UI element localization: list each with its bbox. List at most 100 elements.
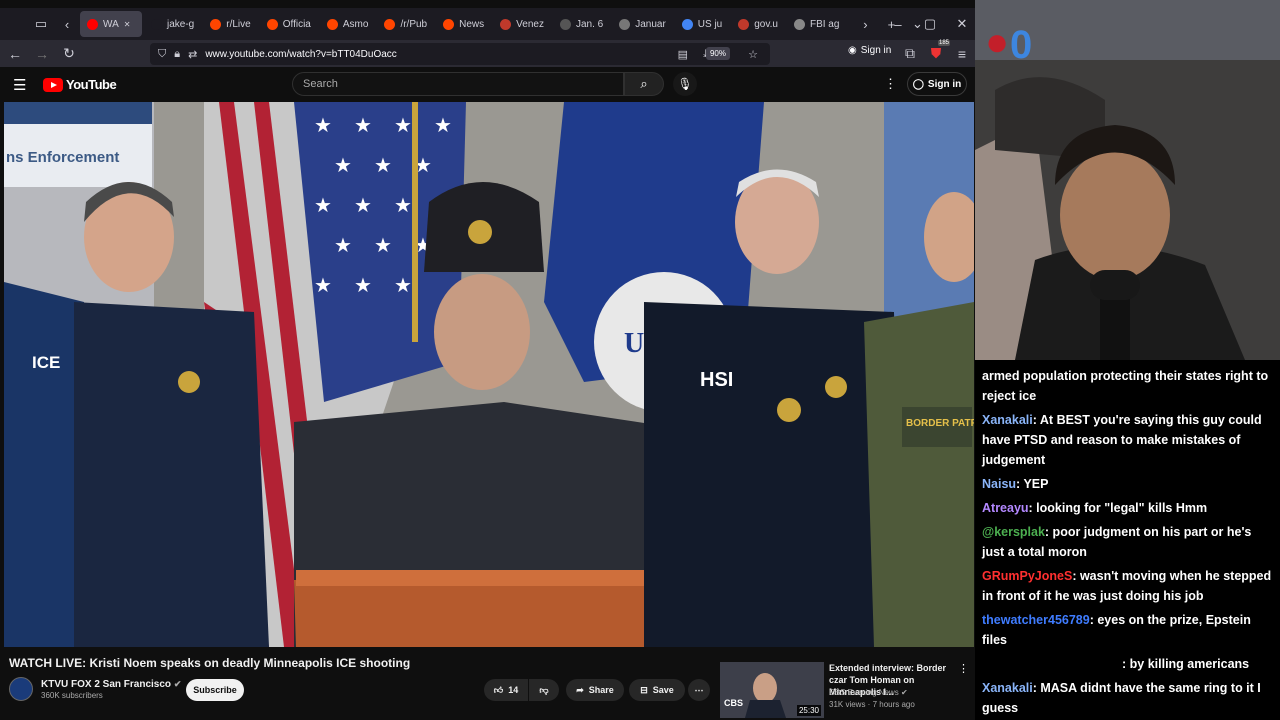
search-input[interactable]: Search (292, 72, 624, 96)
youtube-play-icon (43, 77, 63, 92)
minimize-icon[interactable]: – (882, 8, 914, 40)
tab-label: Januar (635, 18, 666, 30)
browser-tab[interactable]: gov.u (731, 11, 785, 37)
chat-username[interactable]: Xanakali (982, 681, 1033, 695)
tab-favicon-icon (443, 18, 455, 30)
chat-message: Xanakali: MASA didnt have the same ring … (982, 678, 1276, 718)
reload-icon[interactable]: ↻ (57, 42, 81, 66)
thumbs-down-icon: 👎︎ (539, 684, 549, 695)
svg-text:★: ★ (334, 153, 352, 177)
chat-message: Naisu: YEP (982, 474, 1276, 494)
chat-username[interactable]: GRumPyJoneS (982, 569, 1072, 583)
streamer-webcam: ● 0 (975, 0, 1280, 360)
zoom-level[interactable]: 90% (705, 47, 730, 60)
close-window-icon[interactable]: ✕ (946, 8, 975, 40)
stream-chat: armed population protecting their states… (975, 360, 1280, 720)
tab-favicon-icon (738, 18, 750, 30)
chat-username[interactable]: thewatcher456789 (982, 613, 1090, 627)
svg-text:★: ★ (394, 273, 412, 297)
share-label: Share (588, 685, 614, 695)
chat-username[interactable]: Atreayu (982, 501, 1029, 515)
nav-bar: ← → ↻ ⛉ 🔒︎ ⇄ www.youtube.com/watch?v=bTT… (0, 39, 975, 67)
channel-name[interactable]: KTVU FOX 2 San Francisco ✔ (41, 679, 181, 690)
subscribe-button[interactable]: Subscribe (186, 679, 244, 701)
tab-favicon-icon (87, 18, 98, 30)
app-menu-icon[interactable]: ≡ (950, 42, 974, 66)
back-icon[interactable]: ← (3, 42, 27, 66)
chat-message: : by killing americans (982, 654, 1276, 674)
svg-text:★: ★ (314, 113, 332, 137)
browser-tab[interactable]: jake-g (144, 11, 201, 37)
chat-text: armed population protecting their states… (982, 369, 1269, 403)
svg-text:ICE: ICE (32, 353, 60, 372)
hamburger-menu-icon[interactable]: ☰ (13, 76, 26, 94)
reader-view-icon[interactable]: ▤ (678, 48, 688, 61)
svg-text:★: ★ (334, 233, 352, 257)
tab-close-icon[interactable]: ✕ (124, 20, 131, 29)
like-button[interactable]: 👍︎ 14 (484, 679, 528, 701)
svg-text:★: ★ (394, 193, 412, 217)
tab-favicon-icon (326, 18, 338, 30)
tab-favicon-icon (266, 18, 278, 30)
tab-favicon-icon (151, 18, 162, 30)
youtube-logo[interactable]: YouTube (43, 77, 117, 92)
more-actions-button[interactable]: ⋯ (688, 679, 710, 701)
maximize-icon[interactable]: ▢ (914, 8, 946, 40)
tab-label: r/Live (226, 18, 251, 30)
tab-list-icon[interactable]: ▭ (28, 11, 54, 37)
related-video-meta: 31K views · 7 hours ago (829, 700, 915, 709)
tab-favicon-icon (793, 18, 805, 30)
video-frame: ★★★★ ★★★ ★★★★ ★★★ ★★★ U S (4, 102, 974, 647)
chat-username[interactable]: Xanakali (982, 413, 1033, 427)
lock-icon[interactable]: 🔒︎ (174, 48, 180, 61)
share-button[interactable]: ➦ Share (566, 679, 624, 701)
tab-scroll-left-icon[interactable]: ‹ (54, 11, 80, 37)
tab-label: gov.u (754, 18, 778, 30)
browser-window: ▭ ‹ WA ✕ jake-g r/Live Officia Asmo/r/Pub News… (0, 0, 975, 720)
tab-scroll-right-icon[interactable]: › (852, 11, 878, 37)
browser-tab[interactable]: Jan. 6 (553, 11, 610, 37)
browser-tab[interactable]: Officia (260, 11, 318, 37)
chat-message: armed population protecting their states… (982, 366, 1276, 406)
browser-tab[interactable]: US ju (675, 11, 729, 37)
forward-icon[interactable]: → (30, 42, 54, 66)
tab-favicon-icon (681, 18, 693, 30)
related-video-thumbnail[interactable]: CBS 25:30 (720, 662, 824, 718)
dislike-button[interactable]: 👎︎ (529, 679, 559, 701)
user-icon: ◯ (912, 78, 924, 90)
browser-tab[interactable]: r/Live (203, 11, 257, 37)
related-video-channel: CBS Evening News ✔ (829, 688, 908, 697)
browser-tab[interactable]: Venez (493, 11, 551, 37)
browser-tab[interactable]: Asmo (320, 11, 376, 37)
more-options-icon[interactable]: ⋮ (884, 76, 897, 92)
save-button[interactable]: ⊟ Save (629, 679, 685, 701)
bookmark-star-icon[interactable]: ☆ (748, 48, 758, 61)
permissions-icon[interactable]: ⇄ (188, 48, 197, 61)
tab-label: US ju (697, 18, 723, 30)
channel-name-text[interactable]: KTVU FOX 2 San Francisco (41, 679, 171, 690)
video-player[interactable]: ★★★★ ★★★ ★★★★ ★★★ ★★★ U S (4, 102, 974, 647)
ublock-icon[interactable]: ⛊ 185 (924, 39, 950, 66)
tab-favicon-icon (384, 18, 396, 30)
account-signin[interactable]: ◉ Sign in (848, 45, 891, 56)
url-text[interactable]: www.youtube.com/watch?v=bTT04DuOacc (205, 49, 396, 60)
svg-text:★: ★ (354, 273, 372, 297)
microphone-icon[interactable]: 🎙︎ (673, 72, 697, 96)
shield-icon[interactable]: ⛉ (158, 48, 166, 61)
browser-tab[interactable]: /r/Pub (377, 11, 434, 37)
chat-username[interactable]: @kersplak (982, 525, 1045, 539)
extensions-icon[interactable]: ⧉ (898, 42, 922, 66)
related-more-icon[interactable]: ⋮ (958, 662, 969, 675)
chat-username[interactable]: Naisu (982, 477, 1016, 491)
browser-tab[interactable]: Januar (612, 11, 673, 37)
search-icon[interactable]: ⌕ (624, 72, 664, 96)
related-video-duration: 25:30 (796, 705, 821, 716)
url-bar[interactable]: ⛉ 🔒︎ ⇄ www.youtube.com/watch?v=bTT04DuOa… (150, 43, 770, 65)
browser-tab[interactable]: FBI ag (787, 11, 846, 37)
browser-tab[interactable]: WA ✕ (80, 11, 142, 37)
like-count: 14 (508, 685, 519, 695)
chat-text: : looking for "legal" kills Hmm (1028, 501, 1208, 515)
browser-tab[interactable]: News (436, 11, 491, 37)
youtube-signin-button[interactable]: ◯ Sign in (907, 72, 967, 96)
channel-avatar[interactable] (9, 677, 33, 701)
